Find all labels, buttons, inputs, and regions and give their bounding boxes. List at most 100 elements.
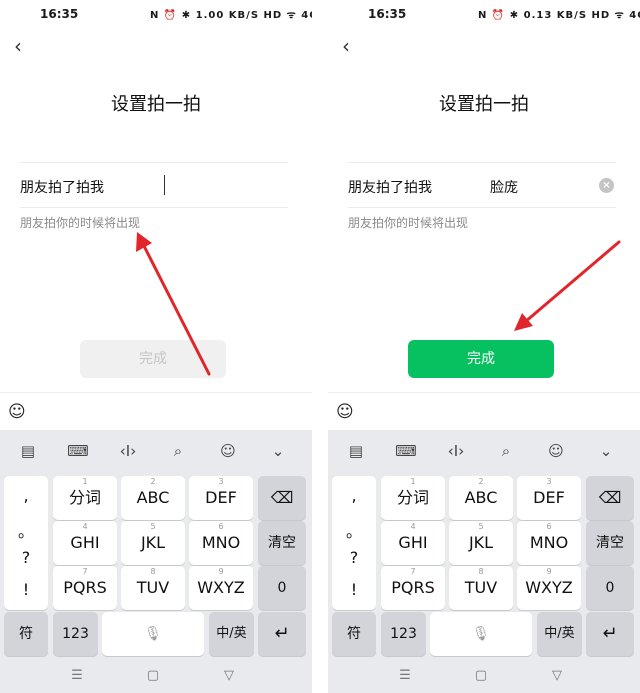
punct-period[interactable]: 。 — [4, 518, 48, 542]
emoji-icon[interactable]: ☺ — [336, 402, 356, 422]
punct-exclaim[interactable]: ! — [4, 580, 48, 599]
num-123-key[interactable]: 123 — [381, 612, 426, 656]
key-6[interactable]: 6 MNO — [189, 521, 253, 565]
nav-bar: ☰ ▢ ▽ — [0, 660, 312, 693]
punct-question[interactable]: ? — [332, 548, 376, 567]
nav-bar: ☰ ▢ ▽ — [328, 660, 640, 693]
done-button-disabled[interactable]: 完成 — [80, 340, 226, 378]
key-label: 分词 — [68, 488, 101, 507]
field-label: 朋友拍了拍我 — [348, 180, 432, 196]
home-icon[interactable]: ▢ — [471, 668, 491, 683]
num-123-key[interactable]: 123 — [53, 612, 98, 656]
home-icon[interactable]: ▢ — [143, 668, 163, 683]
key-number: 2 — [478, 477, 484, 486]
emoji-icon[interactable]: ☺ — [544, 441, 568, 461]
status-time: 16:35 — [40, 7, 79, 21]
search-icon[interactable]: ⌕ — [494, 441, 518, 461]
key-1[interactable]: 1 分词 — [53, 476, 117, 520]
key-number: 2 — [150, 477, 156, 486]
emoji-icon[interactable]: ☺ — [8, 402, 28, 422]
key-9[interactable]: 9 WXYZ — [189, 566, 253, 610]
key-number: 1 — [410, 477, 416, 486]
key-label: MNO — [201, 533, 241, 552]
key-5[interactable]: 5 JKL — [121, 521, 185, 565]
cursor-icon[interactable]: ‹I› — [116, 441, 140, 461]
menu-icon[interactable]: ☰ — [395, 668, 415, 683]
punctuation-column[interactable]: , 。 ? ! — [332, 476, 376, 610]
key-3[interactable]: 3 DEF — [517, 476, 581, 520]
screenshot-left: 16:35 N ⏰ ✱ 1.00 KB/S HD ᯤ 4G 4G ◑ ‹ 设置拍… — [0, 0, 312, 693]
key-4[interactable]: 4 GHI — [53, 521, 117, 565]
key-4[interactable]: 4 GHI — [381, 521, 445, 565]
hint-text: 朋友拍你的时候将出现 — [348, 216, 469, 230]
punct-period[interactable]: 。 — [332, 518, 376, 542]
key-9[interactable]: 9 WXYZ — [517, 566, 581, 610]
search-icon[interactable]: ⌕ — [166, 441, 190, 461]
cursor-icon[interactable]: ‹I› — [444, 441, 468, 461]
key-3[interactable]: 3 DEF — [189, 476, 253, 520]
enter-key[interactable]: ↵ — [258, 612, 306, 656]
back-icon[interactable]: ‹ — [6, 34, 30, 58]
key-number: 3 — [218, 477, 224, 486]
symbol-key[interactable]: 符 — [4, 612, 48, 656]
clear-key[interactable]: 清空 — [586, 521, 634, 565]
symbol-key[interactable]: 符 — [332, 612, 376, 656]
key-number: 4 — [82, 522, 88, 531]
keyboard-icon[interactable]: ⌨ — [66, 441, 90, 461]
back-icon[interactable]: ‹ — [334, 34, 358, 58]
key-8[interactable]: 8 TUV — [121, 566, 185, 610]
field-value: 脸庞 — [490, 180, 518, 196]
chevron-down-icon[interactable]: ⌄ — [266, 441, 290, 461]
keyboard-toolbar: ▤ ⌨ ‹I› ⌕ ☺ ⌄ — [328, 430, 640, 472]
keyboard: ▤ ⌨ ‹I› ⌕ ☺ ⌄ , 。 ? ! 1 分词 2 ABC 3 DEF ⌫ 4 G… — [0, 430, 312, 693]
clear-icon[interactable]: × — [599, 178, 614, 193]
lang-switch-key[interactable]: 中/英 — [537, 612, 582, 656]
key-number: 6 — [218, 522, 224, 531]
key-number: 9 — [218, 567, 224, 576]
clipboard-icon[interactable]: ▤ — [16, 441, 40, 461]
done-button[interactable]: 完成 — [408, 340, 554, 378]
back-nav-icon[interactable]: ▽ — [219, 668, 239, 683]
key-label: GHI — [70, 533, 100, 552]
punctuation-column[interactable]: , 。 ? ! — [4, 476, 48, 610]
key-number: 8 — [478, 567, 484, 576]
backspace-key[interactable]: ⌫ — [258, 476, 306, 520]
key-label: MNO — [529, 533, 569, 552]
key-number: 7 — [82, 567, 88, 576]
key-1[interactable]: 1 分词 — [381, 476, 445, 520]
zero-key[interactable]: 0 — [586, 566, 634, 610]
punct-exclaim[interactable]: ! — [332, 580, 376, 599]
key-2[interactable]: 2 ABC — [121, 476, 185, 520]
emoji-icon[interactable]: ☺ — [216, 441, 240, 461]
page-title: 设置拍一拍 — [111, 94, 201, 115]
enter-key[interactable]: ↵ — [586, 612, 634, 656]
key-5[interactable]: 5 JKL — [449, 521, 513, 565]
menu-icon[interactable]: ☰ — [67, 668, 87, 683]
pat-text-field[interactable]: 朋友拍了拍我 脸庞 × — [348, 162, 616, 208]
key-number: 5 — [478, 522, 484, 531]
chevron-down-icon[interactable]: ⌄ — [594, 441, 618, 461]
key-8[interactable]: 8 TUV — [449, 566, 513, 610]
key-7[interactable]: 7 PQRS — [381, 566, 445, 610]
key-6[interactable]: 6 MNO — [517, 521, 581, 565]
zero-key[interactable]: 0 — [258, 566, 306, 610]
status-time: 16:35 — [368, 7, 407, 21]
back-nav-icon[interactable]: ▽ — [547, 668, 567, 683]
status-icons: N ⏰ ✱ 0.13 KB/S HD ᯤ 4G 4G ◑ — [478, 10, 640, 21]
clear-key[interactable]: 清空 — [258, 521, 306, 565]
keyboard-icon[interactable]: ⌨ — [394, 441, 418, 461]
punct-comma[interactable]: , — [332, 486, 376, 505]
key-2[interactable]: 2 ABC — [449, 476, 513, 520]
space-mic-key[interactable]: 🎙 — [430, 612, 532, 656]
pat-text-field[interactable]: 朋友拍了拍我 — [20, 162, 288, 208]
clipboard-icon[interactable]: ▤ — [344, 441, 368, 461]
space-mic-key[interactable]: 🎙 — [102, 612, 204, 656]
lang-switch-key[interactable]: 中/英 — [209, 612, 254, 656]
key-number: 1 — [82, 477, 88, 486]
key-7[interactable]: 7 PQRS — [53, 566, 117, 610]
punct-question[interactable]: ? — [4, 548, 48, 567]
emoji-bar: ☺ — [328, 392, 640, 430]
backspace-key[interactable]: ⌫ — [586, 476, 634, 520]
screenshot-right: 16:35 N ⏰ ✱ 0.13 KB/S HD ᯤ 4G 4G ◑ ‹ 设置拍… — [328, 0, 640, 693]
punct-comma[interactable]: , — [4, 486, 48, 505]
